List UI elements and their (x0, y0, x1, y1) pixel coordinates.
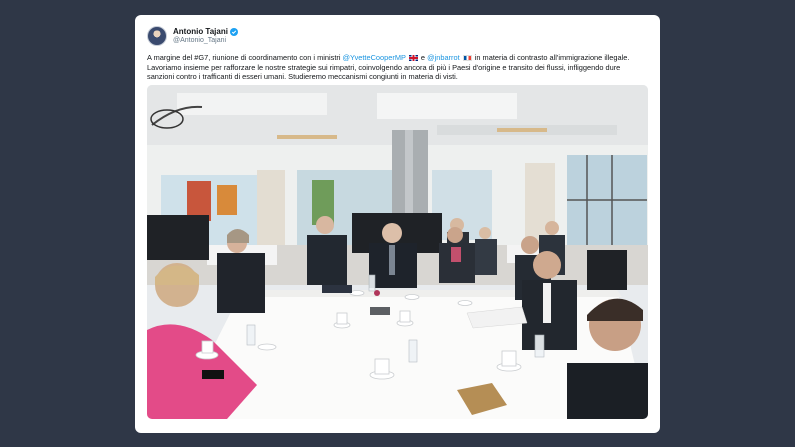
mention-link[interactable]: @jnbarrot (427, 53, 460, 62)
author-avatar[interactable] (147, 26, 167, 46)
tweet-text-part1: A margine del #G7, riunione di coordinam… (147, 53, 343, 62)
author-display-name[interactable]: Antonio Tajani (173, 27, 228, 36)
verified-badge-icon (229, 27, 238, 36)
tweet-card: Antonio Tajani @Antonio_Tajani A margine… (135, 15, 660, 433)
meeting-photo[interactable] (147, 85, 648, 419)
tweet-text: A margine del #G7, riunione di coordinam… (147, 53, 647, 82)
tweet-header: Antonio Tajani @Antonio_Tajani (147, 25, 648, 47)
tweet-text-part2: e (418, 53, 428, 62)
meeting-photo-scene (147, 85, 648, 419)
author-handle[interactable]: @Antonio_Tajani (173, 36, 238, 45)
flag-uk-icon (408, 54, 418, 61)
flag-fr-icon (462, 54, 472, 61)
author-names: Antonio Tajani @Antonio_Tajani (173, 27, 238, 45)
mention-link[interactable]: @YvetteCooperMP (343, 53, 406, 62)
